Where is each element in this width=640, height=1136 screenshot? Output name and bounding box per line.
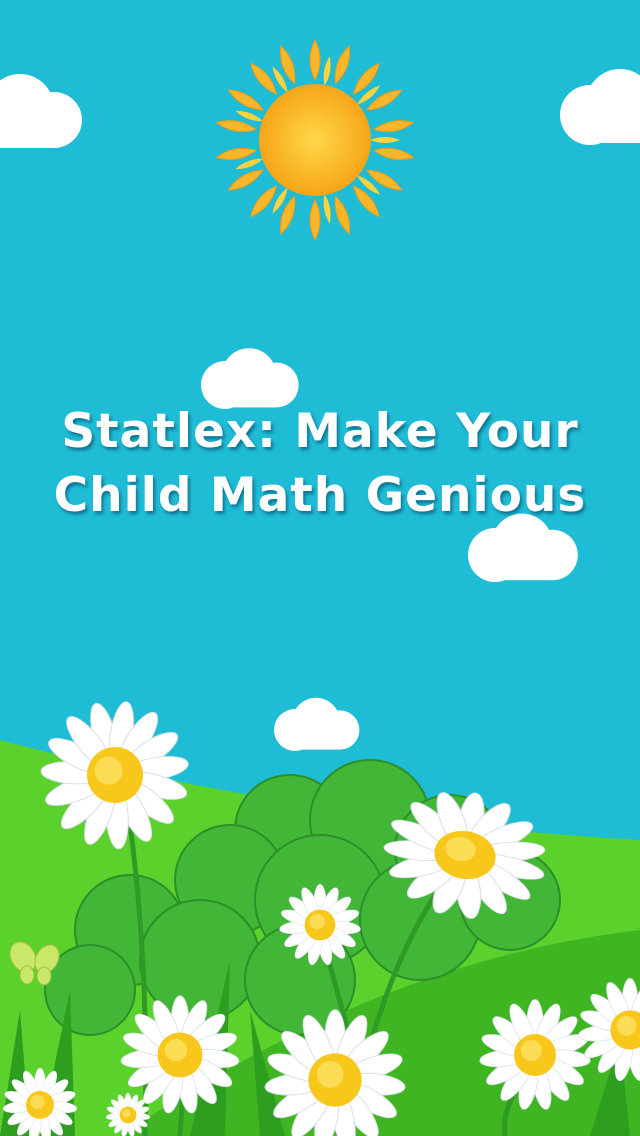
splash-title-line-2: Child Math Genious [53, 468, 587, 523]
splash-title-line-1: Statlex: Make Your [61, 404, 579, 459]
splash-background [0, 0, 640, 1136]
splash-title: Statlex: Make Your Child Math Genious [0, 400, 640, 528]
